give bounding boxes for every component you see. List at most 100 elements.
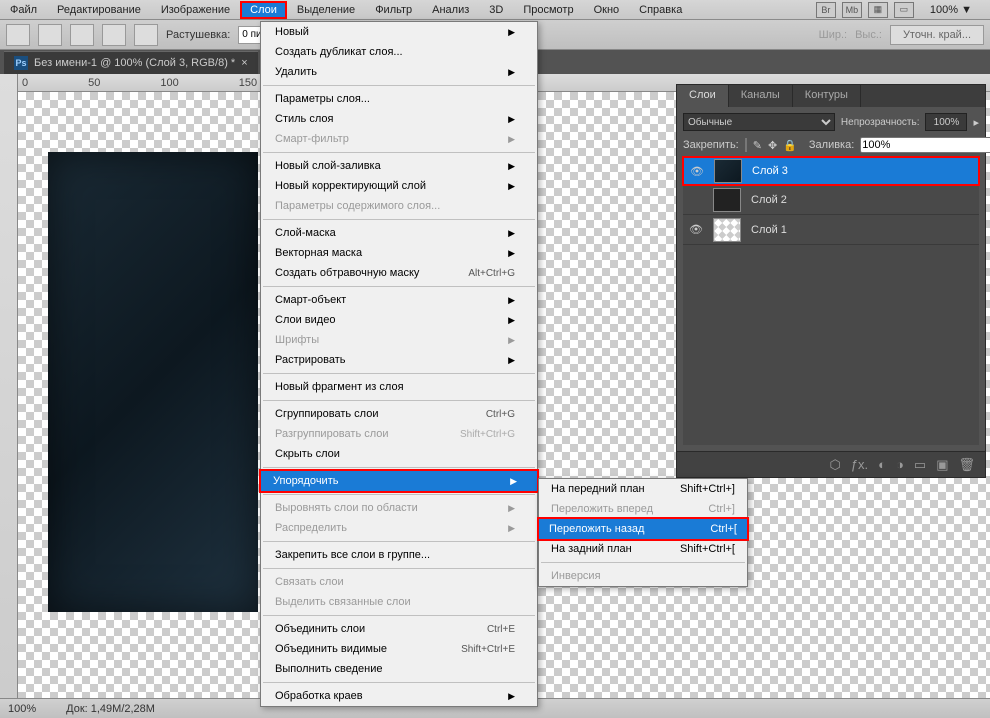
visibility-icon[interactable]: 👁: [684, 165, 710, 178]
menu-edit[interactable]: Редактирование: [47, 1, 151, 19]
menu-file[interactable]: Файл: [0, 1, 47, 19]
ruler-mark: 150: [239, 77, 257, 89]
panel-tabs: Слои Каналы Контуры: [677, 85, 985, 107]
screen-mode-icon[interactable]: ▦: [868, 2, 888, 18]
menubar-right: Br Mb ▦ ▭ 100% ▼: [816, 1, 990, 19]
mask-icon[interactable]: ◐: [878, 457, 886, 472]
menu-item[interactable]: Смарт-объект▶: [261, 290, 537, 310]
menu-item[interactable]: Выполнить сведение: [261, 659, 537, 679]
selection-add-icon[interactable]: [70, 24, 94, 46]
menu-item: Шрифты▶: [261, 330, 537, 350]
visibility-icon[interactable]: 👁: [683, 223, 709, 236]
submenu-item[interactable]: На задний планShift+Ctrl+[: [539, 539, 747, 559]
submenu-item: Инверсия: [539, 566, 747, 586]
view-extras-icon[interactable]: ▭: [894, 2, 914, 18]
selection-intersect-icon[interactable]: [134, 24, 158, 46]
menu-view[interactable]: Просмотр: [513, 1, 583, 19]
refine-edge-button[interactable]: Уточн. край...: [890, 25, 984, 45]
menu-item[interactable]: Слои видео▶: [261, 310, 537, 330]
fx-icon[interactable]: ƒx.: [851, 457, 868, 472]
menu-item[interactable]: Слой-маска▶: [261, 223, 537, 243]
layer-thumbnail[interactable]: [714, 159, 742, 183]
menu-item[interactable]: Скрыть слои: [261, 444, 537, 464]
lock-brush-icon[interactable]: ✎: [753, 139, 762, 152]
menu-item[interactable]: Объединить слоиCtrl+E: [261, 619, 537, 639]
menu-item[interactable]: Новый фрагмент из слоя: [261, 377, 537, 397]
submenu-item[interactable]: На передний планShift+Ctrl+]: [539, 479, 747, 499]
folder-icon[interactable]: ▭: [914, 457, 926, 473]
document-tab[interactable]: Ps Без имени-1 @ 100% (Слой 3, RGB/8) * …: [4, 51, 258, 74]
menu-window[interactable]: Окно: [584, 1, 630, 19]
menu-item[interactable]: Обработка краев▶: [261, 686, 537, 706]
status-zoom[interactable]: 100%: [8, 703, 36, 715]
height-label: Выс.:: [855, 29, 882, 41]
close-tab-icon[interactable]: ×: [241, 57, 247, 69]
minibridge-icon[interactable]: Mb: [842, 2, 862, 18]
layer-item[interactable]: 👁 Слой 3: [682, 156, 980, 186]
tab-paths[interactable]: Контуры: [793, 85, 861, 107]
zoom-display[interactable]: 100% ▼: [920, 1, 982, 19]
menu-help[interactable]: Справка: [629, 1, 692, 19]
trash-icon[interactable]: 🗑: [958, 457, 975, 473]
menu-select[interactable]: Выделение: [287, 1, 365, 19]
image-layer: [48, 152, 258, 612]
bridge-icon[interactable]: Br: [816, 2, 836, 18]
ruler-mark: 0: [22, 77, 28, 89]
layers-menu-dropdown: Новый▶Создать дубликат слоя...Удалить▶ Па…: [260, 21, 538, 707]
link-layers-icon[interactable]: ⬡: [829, 457, 840, 473]
menu-item: Выровнять слои по области▶: [261, 498, 537, 518]
adjustment-icon[interactable]: ◑: [896, 457, 904, 472]
menu-item: Распределить▶: [261, 518, 537, 538]
menu-layers[interactable]: Слои: [240, 1, 287, 19]
fill-input[interactable]: [860, 137, 990, 153]
menu-item[interactable]: Создать обтравочную маскуAlt+Ctrl+G: [261, 263, 537, 283]
new-layer-icon[interactable]: ▣: [936, 457, 948, 473]
menu-item[interactable]: Векторная маска▶: [261, 243, 537, 263]
menu-item[interactable]: Новый▶: [261, 22, 537, 42]
layer-name: Слой 2: [745, 194, 787, 206]
menu-item[interactable]: Новый корректирующий слой▶: [261, 176, 537, 196]
lock-transparent-icon[interactable]: [745, 138, 747, 152]
menu-item[interactable]: Стиль слоя▶: [261, 109, 537, 129]
document-title: Без имени-1 @ 100% (Слой 3, RGB/8) *: [34, 57, 235, 69]
lock-move-icon[interactable]: ✥: [768, 139, 777, 152]
menu-item[interactable]: Растрировать▶: [261, 350, 537, 370]
menu-item[interactable]: Закрепить все слои в группе...: [261, 545, 537, 565]
tool-preset-icon[interactable]: [6, 24, 30, 46]
panel-footer: ⬡ ƒx. ◐ ◑ ▭ ▣ 🗑: [677, 451, 985, 477]
layer-thumbnail[interactable]: [713, 188, 741, 212]
menu-item: Параметры содержимого слоя...: [261, 196, 537, 216]
menu-3d[interactable]: 3D: [479, 1, 513, 19]
status-doc[interactable]: Док: 1,49M/2,28M: [66, 703, 155, 715]
ruler-mark: 100: [160, 77, 178, 89]
menu-filter[interactable]: Фильтр: [365, 1, 422, 19]
opacity-label: Непрозрачность:: [841, 117, 920, 128]
layer-item[interactable]: 👁Слой 1: [683, 215, 979, 245]
blend-mode-select[interactable]: Обычные: [683, 113, 835, 131]
vertical-ruler: [0, 74, 18, 698]
lock-all-icon[interactable]: 🔒: [783, 139, 797, 152]
menu-item[interactable]: Параметры слоя...: [261, 89, 537, 109]
menu-item[interactable]: Упорядочить▶: [259, 469, 539, 493]
ruler-mark: 50: [88, 77, 100, 89]
menu-item[interactable]: Сгруппировать слоиCtrl+G: [261, 404, 537, 424]
menu-image[interactable]: Изображение: [151, 1, 240, 19]
opacity-input[interactable]: [925, 113, 967, 131]
menu-item: Связать слои: [261, 572, 537, 592]
layer-thumbnail[interactable]: [713, 218, 741, 242]
menu-item[interactable]: Создать дубликат слоя...: [261, 42, 537, 62]
opacity-arrow-icon[interactable]: ▸: [973, 116, 979, 129]
layer-name: Слой 3: [746, 165, 788, 177]
layer-item[interactable]: Слой 2: [683, 185, 979, 215]
selection-subtract-icon[interactable]: [102, 24, 126, 46]
menu-analysis[interactable]: Анализ: [422, 1, 479, 19]
menu-item[interactable]: Удалить▶: [261, 62, 537, 82]
selection-new-icon[interactable]: [38, 24, 62, 46]
menu-item[interactable]: Объединить видимыеShift+Ctrl+E: [261, 639, 537, 659]
menubar: Файл Редактирование Изображение Слои Выд…: [0, 0, 990, 20]
tab-channels[interactable]: Каналы: [729, 85, 793, 107]
menu-item[interactable]: Новый слой-заливка▶: [261, 156, 537, 176]
submenu-item[interactable]: Переложить назадCtrl+[: [537, 517, 749, 541]
fill-label: Заливка:: [809, 139, 854, 151]
tab-layers[interactable]: Слои: [677, 85, 729, 107]
